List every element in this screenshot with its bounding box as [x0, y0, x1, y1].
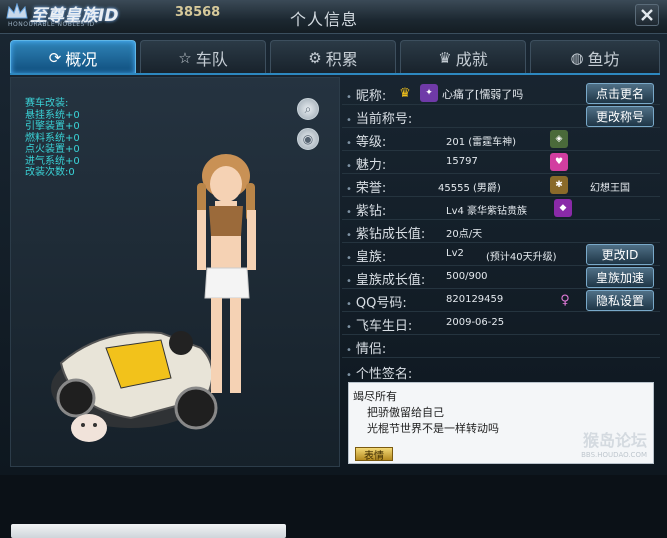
- noble-level: Lv2: [446, 248, 464, 259]
- row-birthday: 飞车生日: 2009-06-25: [342, 312, 660, 335]
- crown-icon: ♛: [399, 85, 411, 101]
- avatar-illustration: [51, 154, 256, 442]
- profile-window: 至尊皇族ID HONOURABLE NOBLES ID 38568 个人信息 ⟳…: [0, 0, 667, 538]
- noble-speed-button[interactable]: 皇族加速: [586, 267, 654, 288]
- star-icon: ☆: [178, 48, 192, 67]
- partner-label: 情侣:: [346, 338, 386, 357]
- watermark-url: BBS.HOUDAO.COM: [581, 451, 647, 459]
- score-value: 38568: [175, 5, 221, 20]
- row-honor: 荣誉: 45555 (男爵) ✱ 幻想王国: [342, 174, 660, 197]
- nickname-value: 心痛了[懦弱了吗: [442, 88, 524, 101]
- noble-label: 皇族:: [346, 246, 386, 265]
- birthday-value: 2009-06-25: [446, 317, 505, 328]
- rename-button[interactable]: 点击更名: [586, 83, 654, 104]
- row-partner: 情侣:: [342, 335, 660, 358]
- purple-label: 紫钻:: [346, 200, 386, 219]
- close-icon: [641, 9, 653, 21]
- watermark: 猴岛论坛 BBS.HOUDAO.COM: [581, 427, 647, 459]
- signature-line: 竭尽所有: [353, 390, 397, 403]
- tab-underline: [10, 73, 660, 75]
- level-value: 201 (雷霆车神): [446, 137, 517, 148]
- row-noble: 皇族: Lv2 (预计40天升级) 更改ID: [342, 243, 660, 266]
- tab-label: 鱼坊: [587, 49, 620, 69]
- signature-line: 把骄傲留给自己: [367, 406, 444, 419]
- row-qq: QQ号码: 820129459 ♀ 隐私设置: [342, 289, 660, 312]
- heart-icon: ♥: [550, 153, 568, 171]
- title-bar: 至尊皇族ID HONOURABLE NOBLES ID 38568 个人信息: [0, 0, 667, 34]
- tab-label: 车队: [195, 49, 228, 69]
- pet-image: [71, 414, 107, 442]
- title-label: 当前称号:: [346, 108, 412, 127]
- tab-team[interactable]: ☆ 车队: [140, 40, 266, 74]
- change-id-button[interactable]: 更改ID: [586, 244, 654, 265]
- watermark-text: 猴岛论坛: [582, 431, 647, 450]
- birthday-label: 飞车生日:: [346, 315, 412, 334]
- signature-box[interactable]: 竭尽所有 把骄傲留给自己 光棍节世界不是一样转动吗 表情 猴岛论坛 BBS.HO…: [348, 382, 654, 464]
- row-purple-growth: 紫钻成长值: 20点/天: [342, 220, 660, 243]
- emoji-button[interactable]: 表情: [355, 447, 393, 462]
- tab-fish[interactable]: ◍ 鱼坊: [530, 40, 660, 74]
- tab-achievement[interactable]: ♛ 成就: [400, 40, 526, 74]
- qq-label: QQ号码:: [346, 292, 407, 311]
- charm-value: 15797: [446, 156, 478, 167]
- female-icon: ♀: [560, 292, 570, 308]
- medal-icon: ✱: [550, 176, 568, 194]
- privacy-button[interactable]: 隐私设置: [586, 290, 654, 311]
- purple-growth-label: 紫钻成长值:: [346, 223, 425, 242]
- row-level: 等级: 201 (雷霆车神) ◈: [342, 128, 660, 151]
- info-panel: 昵称: ♛ ✦ 心痛了[懦弱了吗 点击更名 当前称号: 更改称号 等级: 201…: [342, 82, 660, 467]
- honor-extra: 幻想王国: [590, 183, 630, 194]
- brand-logo: 至尊皇族ID HONOURABLE NOBLES ID: [4, 1, 144, 31]
- noble-growth-label: 皇族成长值:: [346, 269, 425, 288]
- avatar-panel: 赛车改装: 悬挂系统+0 引擎装置+0 燃料系统+0 点火装置+0 进气系统+0…: [10, 77, 340, 538]
- tab-label: 概况: [65, 49, 98, 69]
- honor-value: 45555 (男爵): [438, 183, 501, 194]
- gear-icon: ⚙: [308, 48, 322, 67]
- signature-label: 个性签名:: [346, 363, 412, 382]
- row-charm: 魅力: 15797 ♥: [342, 151, 660, 174]
- trophy-icon: ♛: [438, 48, 452, 67]
- horizontal-scrollbar[interactable]: [11, 524, 286, 538]
- row-signature: 个性签名:: [342, 360, 660, 383]
- honor-label: 荣誉:: [346, 177, 386, 196]
- purple-value: Lv4 豪华紫钻贵族: [446, 206, 528, 217]
- level-label: 等级:: [346, 131, 386, 150]
- refresh-icon: ⟳: [48, 48, 62, 67]
- noble-growth-value: 500/900: [446, 271, 488, 282]
- noble-note: (预计40天升级): [486, 252, 557, 263]
- noble-icon: ✦: [420, 84, 438, 102]
- crown-icon: [6, 3, 28, 19]
- diamond-icon: ◆: [554, 199, 572, 217]
- window-title: 个人信息: [290, 10, 359, 29]
- signature-line: 光棍节世界不是一样转动吗: [367, 422, 499, 435]
- level-icon: ◈: [550, 130, 568, 148]
- kart-image: [51, 331, 218, 430]
- change-title-button[interactable]: 更改称号: [586, 106, 654, 127]
- row-title: 当前称号: 更改称号: [342, 105, 660, 128]
- purple-growth-value: 20点/天: [446, 229, 483, 240]
- brand-subtitle: HONOURABLE NOBLES ID: [8, 21, 95, 28]
- row-noble-growth: 皇族成长值: 500/900 皇族加速: [342, 266, 660, 289]
- nickname-label: 昵称:: [346, 85, 386, 104]
- fish-bowl-icon: ◍: [570, 48, 584, 67]
- qq-value: 820129459: [446, 294, 504, 305]
- charm-label: 魅力:: [346, 154, 386, 173]
- row-purple-diamond: 紫钻: Lv4 豪华紫钻贵族 ◆: [342, 197, 660, 220]
- tab-label: 积累: [325, 49, 358, 69]
- tab-accumulate[interactable]: ⚙ 积累: [270, 40, 396, 74]
- tab-label: 成就: [455, 49, 488, 69]
- row-nickname: 昵称: ♛ ✦ 心痛了[懦弱了吗 点击更名: [342, 82, 660, 105]
- close-button[interactable]: [635, 4, 659, 26]
- tab-bar: ⟳ 概况 ☆ 车队 ⚙ 积累 ♛ 成就 ◍ 鱼坊: [10, 40, 660, 74]
- tab-overview[interactable]: ⟳ 概况: [10, 40, 136, 74]
